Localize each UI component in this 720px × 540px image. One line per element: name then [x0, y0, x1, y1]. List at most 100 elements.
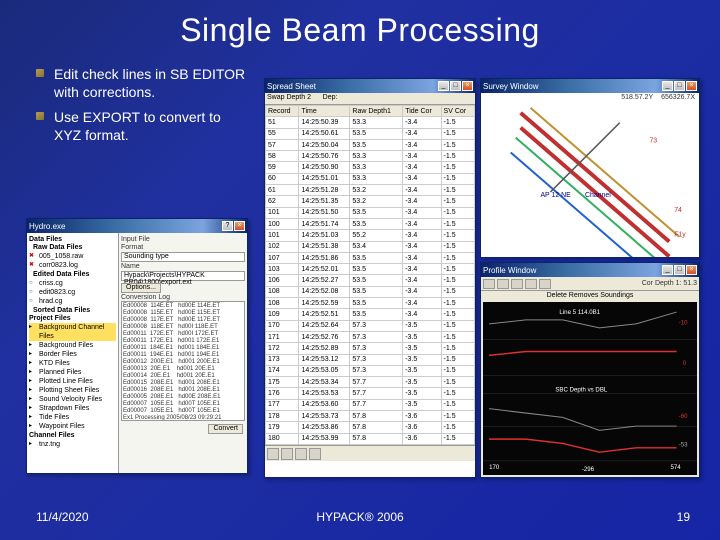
spreadsheet-table[interactable]: RecordTimeRaw Depth1Tide CorSV Cor 5114:…	[265, 105, 475, 445]
pan-icon[interactable]	[525, 279, 537, 289]
titlebar[interactable]: Hydro.exe ? ×	[27, 219, 247, 233]
options-button[interactable]: Options...	[121, 283, 161, 293]
table-row[interactable]: 17914:25:53.8657.8-3.6-1.5	[266, 422, 475, 433]
column-header[interactable]: Tide Cor	[403, 106, 441, 117]
column-header[interactable]: Record	[266, 106, 299, 117]
tree-item[interactable]: Border Files	[29, 350, 116, 359]
file-tree[interactable]: Data Files Raw Data Files 005_1058.raw c…	[27, 233, 119, 473]
profile-chart[interactable]: -100-60-53170574-296Line 5 114.0B1SBC De…	[483, 302, 697, 475]
maximize-button[interactable]: □	[450, 81, 461, 91]
table-row[interactable]: 5514:25:50.6153.5-3.4-1.5	[266, 128, 475, 139]
tool-icon[interactable]	[295, 448, 307, 460]
minimize-button[interactable]: _	[662, 265, 673, 275]
table-row[interactable]: 10314:25:52.0153.5-3.4-1.5	[266, 264, 475, 275]
minimize-button[interactable]: _	[438, 81, 449, 91]
table-row[interactable]: 17314:25:53.1257.3-3.5-1.5	[266, 354, 475, 365]
name-field[interactable]: Hypack\Projects\HYPACK PR04\1800\export.…	[121, 271, 245, 281]
tree-item[interactable]: Waypoint Files	[29, 422, 116, 431]
tree-item[interactable]: edit0823.cg	[29, 288, 116, 297]
close-button[interactable]: ×	[686, 81, 697, 91]
table-row[interactable]: 10114:25:51.5053.5-3.4-1.5	[266, 207, 475, 218]
table-row[interactable]: 5814:25:50.7653.3-3.4-1.5	[266, 151, 475, 162]
table-row[interactable]: 17014:25:52.6457.3-3.5-1.5	[266, 320, 475, 331]
close-button[interactable]: ×	[462, 81, 473, 91]
save-icon[interactable]	[497, 279, 509, 289]
table-row[interactable]: 17514:25:53.3457.7-3.5-1.5	[266, 377, 475, 388]
tool-icon[interactable]	[281, 448, 293, 460]
tool-icon[interactable]	[309, 448, 321, 460]
tree-item[interactable]: hrad.cg	[29, 297, 116, 306]
table-row[interactable]: 17614:25:53.5357.7-3.5-1.5	[266, 388, 475, 399]
tree-item[interactable]: tnz.tng	[29, 440, 116, 449]
table-row[interactable]: 6014:25:51.0153.3-3.4-1.5	[266, 173, 475, 184]
format-label: Format	[121, 244, 245, 251]
profile-toolbar[interactable]: Cor Depth 1: 51.3	[481, 277, 699, 291]
format-field[interactable]: Sounding type	[121, 252, 245, 262]
table-row[interactable]: 17714:25:53.6057.7-3.5-1.5	[266, 399, 475, 410]
column-header[interactable]: Raw Depth1	[350, 106, 403, 117]
convert-button[interactable]: Convert	[208, 424, 243, 434]
table-row[interactable]: 17114:25:52.7657.3-3.5-1.5	[266, 331, 475, 342]
table-row[interactable]: 10114:25:51.0355.2-3.4-1.5	[266, 230, 475, 241]
tree-item[interactable]: 005_1058.raw	[29, 252, 116, 261]
column-header[interactable]: SV Cor	[441, 106, 474, 117]
tree-item[interactable]: Plotting Sheet Files	[29, 386, 116, 395]
table-row[interactable]: 5714:25:50.0453.5-3.4-1.5	[266, 139, 475, 150]
table-row[interactable]: 6114:25:51.2853.2-3.4-1.5	[266, 185, 475, 196]
zoom-icon[interactable]	[511, 279, 523, 289]
tree-item[interactable]: corr0823.log	[29, 261, 116, 270]
spreadsheet-window: Spread Sheet _ □ × Swap Depth 2 Dep: Rec…	[264, 78, 476, 478]
name-label: Name	[121, 263, 245, 270]
maximize-button[interactable]: □	[674, 81, 685, 91]
tree-group[interactable]: Raw Data Files	[29, 244, 116, 251]
tree-item[interactable]: Plotted Line Files	[29, 377, 116, 386]
titlebar[interactable]: Spread Sheet _ □ ×	[265, 79, 475, 93]
open-icon[interactable]	[483, 279, 495, 289]
tree-group[interactable]: Edited Data Files	[29, 271, 116, 278]
undo-icon[interactable]	[539, 279, 551, 289]
titlebar[interactable]: Profile Window _ □ ×	[481, 263, 699, 277]
table-row[interactable]: 10714:25:51.8653.5-3.4-1.5	[266, 252, 475, 263]
table-row[interactable]: 10914:25:52.5153.5-3.4-1.5	[266, 309, 475, 320]
close-button[interactable]: ×	[234, 221, 245, 231]
help-button[interactable]: ?	[222, 221, 233, 231]
table-row[interactable]: 17814:25:53.7357.8-3.6-1.5	[266, 411, 475, 422]
table-row[interactable]: 6214:25:51.3553.2-3.4-1.5	[266, 196, 475, 207]
maximize-button[interactable]: □	[674, 265, 685, 275]
export-panel: Input File Format Sounding type Name Hyp…	[119, 233, 247, 473]
table-row[interactable]: 5114:25:50.3953.3-3.4-1.5	[266, 117, 475, 128]
table-row[interactable]: 10614:25:52.2753.5-3.4-1.5	[266, 275, 475, 286]
footer-center: HYPACK® 2006	[316, 510, 403, 524]
tree-item[interactable]: Sound Velocity Files	[29, 395, 116, 404]
tree-group[interactable]: Sorted Data Files	[29, 307, 116, 314]
column-header[interactable]: Time	[299, 106, 350, 117]
bullet-item: Edit check lines in SB EDITOR with corre…	[36, 64, 246, 107]
table-row[interactable]: 10214:25:51.3853.4-3.4-1.5	[266, 241, 475, 252]
label-channel: Channel	[585, 192, 611, 199]
svg-text:-296: -296	[582, 466, 595, 473]
spreadsheet-footer-toolbar[interactable]	[265, 445, 475, 461]
tree-item[interactable]: Strapdown Files	[29, 404, 116, 413]
close-button[interactable]: ×	[686, 265, 697, 275]
table-row[interactable]: 17214:25:52.8957.3-3.5-1.5	[266, 343, 475, 354]
table-row[interactable]: 10014:25:51.7453.5-3.4-1.5	[266, 218, 475, 229]
tree-item[interactable]: criss.cg	[29, 279, 116, 288]
tree-item[interactable]: Background Channel Files	[29, 323, 116, 341]
tree-item[interactable]: Tide Files	[29, 413, 116, 422]
table-row[interactable]: 10814:25:52.5953.5-3.4-1.5	[266, 298, 475, 309]
survey-plot[interactable]: 73 Channel AP 12 NE 74 F1y	[481, 93, 699, 257]
table-row[interactable]: 17414:25:53.0557.3-3.5-1.5	[266, 365, 475, 376]
tree-item[interactable]: Planned Files	[29, 368, 116, 377]
conversion-log[interactable]: Ed00008 114E.ET hd00E 114E.ET Ed00008 11…	[121, 301, 245, 421]
tree-item[interactable]: KTD Files	[29, 359, 116, 368]
titlebar[interactable]: Survey Window _ □ ×	[481, 79, 699, 93]
table-row[interactable]: 5914:25:50.9053.3-3.4-1.5	[266, 162, 475, 173]
table-row[interactable]: 18014:25:53.9957.8-3.6-1.5	[266, 433, 475, 444]
window-title: Spread Sheet	[267, 82, 438, 91]
table-row[interactable]: 10814:25:52.0853.5-3.4-1.5	[266, 286, 475, 297]
tool-icon[interactable]	[267, 448, 279, 460]
minimize-button[interactable]: _	[662, 81, 673, 91]
tree-group: Data Files	[29, 236, 116, 243]
profile-note: Delete Removes Soundings	[481, 291, 699, 300]
tree-item[interactable]: Background Files	[29, 341, 116, 350]
